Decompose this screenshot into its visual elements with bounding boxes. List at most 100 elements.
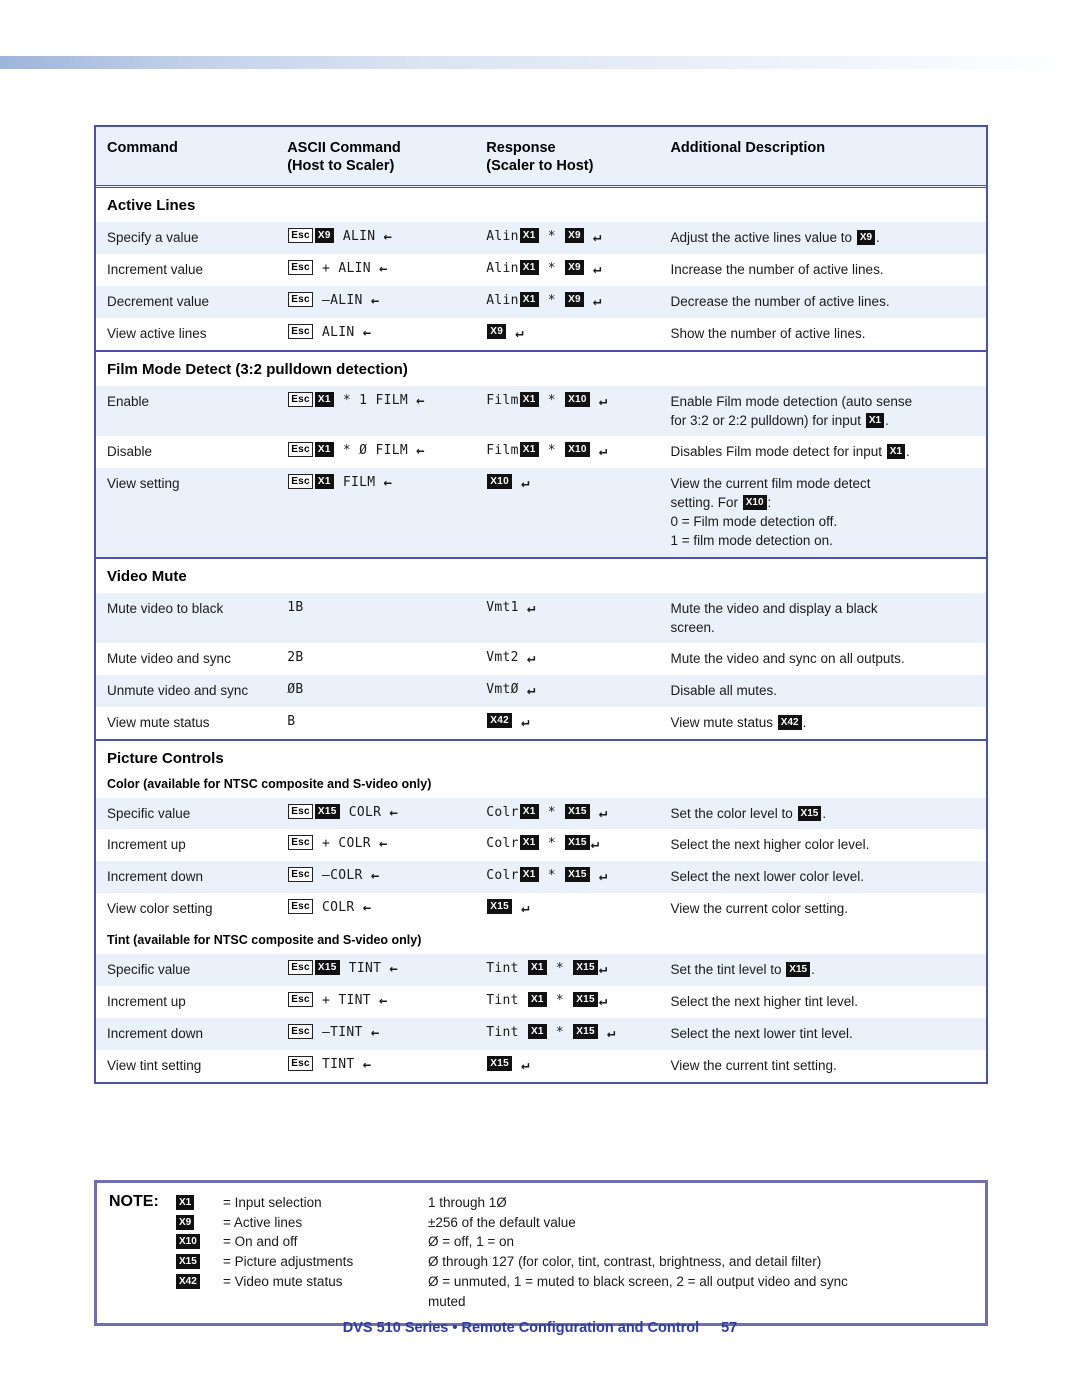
separator-star: * bbox=[547, 868, 556, 884]
description-text-end: . bbox=[802, 714, 807, 730]
row-command-label: View setting bbox=[107, 475, 180, 491]
row-command-label: Increment down bbox=[107, 869, 204, 885]
description-text-end: . bbox=[811, 962, 815, 977]
table-row: Increment value Esc + ALIN ← Alin X1 * X9… bbox=[96, 254, 986, 286]
ascii-keyword: FILM bbox=[342, 474, 376, 490]
variable-x15-box: X15 bbox=[487, 1055, 512, 1071]
row-description: Adjust the active lines value to X9. bbox=[670, 228, 986, 247]
variable-x1-box: X1 bbox=[176, 1195, 195, 1210]
row-description: Show the number of active lines. bbox=[670, 325, 866, 341]
separator-star: * bbox=[555, 961, 565, 976]
footer-page-number: 57 bbox=[721, 1320, 738, 1336]
operator-minus: — bbox=[322, 293, 331, 308]
variable-x10-box: X10 bbox=[565, 391, 590, 407]
document-page: Command ASCII Command (Host to Scaler) R… bbox=[0, 0, 1080, 1397]
row-response: X15 ↵ bbox=[486, 899, 670, 919]
note-value: Ø through 127 (for color, tint, contrast… bbox=[428, 1254, 822, 1270]
command-reference-table: Command ASCII Command (Host to Scaler) R… bbox=[94, 125, 988, 1084]
response-keyword: Colr bbox=[486, 836, 519, 852]
note-line: X15 = Picture adjustments Ø through 127 … bbox=[175, 1252, 985, 1272]
arrow-left-icon: ← bbox=[383, 229, 393, 246]
variable-x1-box: X1 bbox=[314, 442, 334, 458]
note-variable-key: X1 bbox=[175, 1193, 223, 1213]
separator-star: * bbox=[547, 293, 556, 308]
description-line: for 3:2 or 2:2 pulldown) for input X1. bbox=[670, 411, 976, 430]
description-text-end: . bbox=[822, 805, 827, 821]
ascii-keyword: COLR bbox=[322, 900, 355, 916]
column-header-response-line1: Response bbox=[486, 140, 556, 156]
table-row: View active lines Esc ALIN ← X9 ↵ Show t… bbox=[96, 318, 986, 350]
row-response: Tint X1 * X15 ↵ bbox=[486, 991, 670, 1012]
row-ascii-command: Esc X1 * 1 FILM ← bbox=[287, 391, 486, 412]
variable-x1-box: X1 bbox=[519, 835, 539, 851]
response-keyword: Tint bbox=[486, 992, 519, 1008]
row-response: X9 ↵ bbox=[486, 323, 670, 344]
row-ascii-command: Esc + COLR ← bbox=[287, 835, 486, 855]
variable-x15-box: X15 bbox=[176, 1254, 200, 1270]
esc-key-icon: Esc bbox=[288, 473, 313, 489]
response-keyword: Vmt2 bbox=[486, 649, 519, 665]
row-command-label: Mute video and sync bbox=[107, 650, 231, 666]
note-definition: = Active lines bbox=[223, 1214, 303, 1230]
subsection-header-tint: Tint (available for NTSC composite and S… bbox=[96, 925, 986, 954]
arrow-left-icon: ← bbox=[370, 293, 380, 309]
separator-star: * bbox=[547, 261, 556, 277]
row-description: Mute the video and display a black scree… bbox=[670, 599, 986, 637]
column-header-ascii-line1: ASCII Command bbox=[287, 140, 401, 156]
row-ascii-command: 2B bbox=[287, 649, 304, 665]
response-keyword: Colr bbox=[486, 804, 519, 820]
description-line: 0 = Film mode detection off. bbox=[670, 514, 838, 530]
note-variable-key: X9 bbox=[175, 1213, 223, 1233]
return-icon: ↵ bbox=[598, 804, 608, 821]
row-ascii-command: Esc —TINT ← bbox=[287, 1023, 486, 1044]
row-ascii-command: B bbox=[287, 713, 296, 729]
row-response: X10 ↵ bbox=[486, 473, 670, 494]
row-response: X15 ↵ bbox=[486, 1055, 670, 1076]
row-ascii-command: Esc —COLR ← bbox=[287, 867, 486, 887]
row-command-label: Enable bbox=[107, 393, 150, 409]
variable-x9-box: X9 bbox=[565, 228, 584, 244]
variable-x1-box: X1 bbox=[519, 260, 539, 276]
description-text: Set the color level to bbox=[670, 805, 797, 821]
ascii-keyword: TINT bbox=[338, 992, 371, 1008]
separator-star: * bbox=[555, 992, 565, 1008]
ascii-keyword: ALIN bbox=[342, 229, 376, 245]
esc-key-icon: Esc bbox=[288, 960, 313, 975]
response-keyword: Colr bbox=[486, 868, 519, 884]
column-header-ascii-command: ASCII Command (Host to Scaler) bbox=[287, 139, 486, 175]
table-row: View color setting Esc COLR ← X15 ↵ View… bbox=[96, 893, 986, 925]
return-icon: ↵ bbox=[521, 474, 530, 491]
note-variable-key: X10 bbox=[175, 1232, 223, 1252]
arrow-left-icon: ← bbox=[389, 804, 399, 821]
row-response: Tint X1 * X15 ↵ bbox=[486, 960, 670, 980]
return-icon: ↵ bbox=[515, 324, 524, 341]
row-ascii-command: Esc + ALIN ← bbox=[287, 260, 486, 280]
esc-key-icon: Esc bbox=[288, 260, 313, 276]
table-row: Mute video and sync 2B Vmt2 ↵ Mute the v… bbox=[96, 643, 986, 675]
return-icon: ↵ bbox=[526, 599, 536, 616]
response-keyword: Alin bbox=[486, 293, 519, 308]
variable-x1-box: X1 bbox=[519, 391, 539, 407]
table-row: Increment up Esc + TINT ← Tint X1 * X15 ↵… bbox=[96, 986, 986, 1018]
row-ascii-command: Esc TINT ← bbox=[287, 1055, 486, 1076]
note-definition: = Input selection bbox=[223, 1195, 322, 1210]
arrow-left-icon: ← bbox=[389, 961, 399, 977]
note-value: Ø = unmuted, 1 = muted to black screen, … bbox=[428, 1273, 848, 1289]
table-row: Unmute video and sync ØB VmtØ ↵ Disable … bbox=[96, 674, 986, 707]
variable-x42-box: X42 bbox=[176, 1273, 200, 1289]
row-ascii-command: Esc + TINT ← bbox=[287, 991, 486, 1012]
operator-plus: + bbox=[322, 836, 331, 852]
arrow-left-icon: ← bbox=[378, 836, 388, 853]
arrow-left-icon: ← bbox=[378, 992, 388, 1009]
arrow-left-icon: ← bbox=[370, 1024, 380, 1041]
note-definition: = Picture adjustments bbox=[223, 1254, 354, 1270]
table-row: Specify a value Esc X9 ALIN ← Alin X1 * X9… bbox=[96, 222, 986, 255]
operator-plus: + bbox=[322, 261, 331, 277]
esc-key-icon: Esc bbox=[288, 991, 313, 1007]
variable-x9-box: X9 bbox=[856, 230, 876, 246]
return-icon: ↵ bbox=[607, 1024, 616, 1041]
return-icon: ↵ bbox=[521, 713, 530, 730]
row-ascii-command: 1B bbox=[287, 599, 304, 615]
table-row: Increment down Esc —TINT ← Tint X1 * X15… bbox=[96, 1017, 986, 1050]
variable-x15-box: X15 bbox=[314, 960, 340, 975]
